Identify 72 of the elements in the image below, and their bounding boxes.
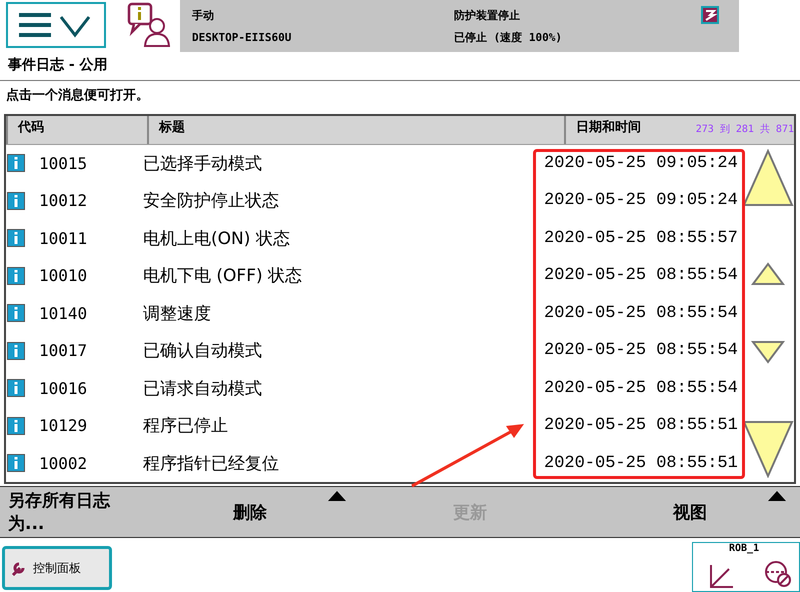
event-code: 10012: [39, 191, 88, 210]
coordinate-icon: [707, 563, 735, 589]
operating-mode: 手动: [192, 8, 214, 23]
column-header[interactable]: 标题: [147, 116, 564, 144]
info-icon: [7, 342, 25, 360]
info-icon: [7, 304, 25, 322]
instruction-text: 点击一个消息便可打开。: [5, 87, 150, 105]
info-icon: [7, 154, 25, 172]
event-row[interactable]: 10012 安全防护停止状态 2020-05-25 09:05:24: [6, 182, 742, 220]
event-code: 10002: [39, 454, 88, 473]
wrench-icon: [11, 560, 27, 576]
event-code: 10010: [39, 266, 88, 286]
event-datetime: 2020-05-25 09:05:24: [544, 154, 738, 173]
quickset-icon[interactable]: [701, 6, 719, 24]
event-row[interactable]: 10017 已确认自动模式 2020-05-25 08:55:54: [6, 332, 742, 370]
run-status: 已停止 (速度 100%): [454, 30, 562, 44]
event-code: 10015: [39, 154, 88, 173]
view-title: 事件日志 - 公用: [0, 52, 800, 81]
event-datetime: 2020-05-25 08:55:54: [544, 378, 738, 398]
info-icon: [7, 379, 25, 398]
event-title: 已选择手动模式: [143, 152, 262, 175]
event-row[interactable]: 10129 程序已停止 2020-05-25 08:55:51: [6, 407, 742, 444]
control-panel-button[interactable]: 控制面板: [2, 546, 112, 590]
event-code: 10016: [39, 378, 88, 398]
system-name: DESKTOP-EIIS60U: [192, 31, 292, 44]
safety-status: 防护装置停止: [454, 8, 520, 22]
event-log-icon[interactable]: [126, 2, 170, 48]
event-code: 10011: [39, 228, 88, 248]
event-datetime: 2020-05-25 08:55:54: [544, 266, 738, 286]
increment-off-icon: [763, 559, 793, 589]
robot-status-button[interactable]: ROB_1: [692, 542, 800, 592]
event-title: 已确认自动模式: [143, 340, 262, 362]
page-up-button[interactable]: [751, 262, 785, 286]
menu-caret-icon: [328, 491, 346, 501]
event-code: 10129: [39, 416, 88, 436]
event-datetime: 2020-05-25 08:55:51: [544, 416, 738, 436]
toolbar-button[interactable]: 视图: [580, 487, 800, 537]
menu-caret-icon: [768, 491, 786, 501]
event-code: 10140: [39, 304, 88, 323]
event-datetime: 2020-05-25 08:55:57: [544, 228, 738, 248]
toolbar-button[interactable]: 删除: [140, 487, 360, 537]
range-counter: 273 到 281 共 871: [696, 122, 794, 137]
event-title: 已请求自动模式: [143, 378, 262, 400]
event-row[interactable]: 10011 电机上电(ON) 状态 2020-05-25 08:55:57: [6, 220, 742, 257]
main-menu-button[interactable]: [6, 2, 106, 48]
event-title: 程序已停止: [143, 415, 228, 438]
event-datetime: 2020-05-25 08:55:51: [544, 454, 738, 473]
event-row[interactable]: 10140 调整速度 2020-05-25 08:55:54: [6, 294, 742, 332]
event-datetime: 2020-05-25 09:05:24: [544, 191, 738, 210]
event-row[interactable]: 10010 电机下电 (OFF) 状态 2020-05-25 08:55:54: [6, 257, 742, 294]
page-down-button[interactable]: [751, 340, 785, 364]
info-icon: [7, 416, 25, 435]
info-icon: [7, 229, 25, 248]
event-row[interactable]: 10002 程序指针已经复位 2020-05-25 08:55:51: [6, 444, 742, 482]
event-title: 电机上电(ON) 状态: [143, 228, 290, 250]
column-header[interactable]: 代码: [6, 116, 147, 144]
info-icon: [7, 454, 25, 472]
event-title: 安全防护停止状态: [143, 190, 279, 212]
robot-name: ROB_1: [729, 543, 760, 554]
event-code: 10017: [39, 341, 88, 360]
event-datetime: 2020-05-25 08:55:54: [544, 304, 738, 323]
info-icon: [7, 266, 25, 285]
event-title: 调整速度: [143, 302, 211, 325]
column-header[interactable]: 日期和时间: [576, 118, 641, 144]
event-row[interactable]: 10016 已请求自动模式 2020-05-25 08:55:54: [6, 370, 742, 407]
toolbar-button[interactable]: 另存所有日志为...: [0, 487, 140, 537]
event-datetime: 2020-05-25 08:55:54: [544, 341, 738, 360]
scroll-up-button[interactable]: [742, 148, 794, 208]
info-icon: [7, 192, 25, 210]
event-title: 程序指针已经复位: [143, 452, 279, 475]
event-title: 电机下电 (OFF) 状态: [143, 265, 302, 288]
event-row[interactable]: 10015 已选择手动模式 2020-05-25 09:05:24: [6, 144, 742, 182]
